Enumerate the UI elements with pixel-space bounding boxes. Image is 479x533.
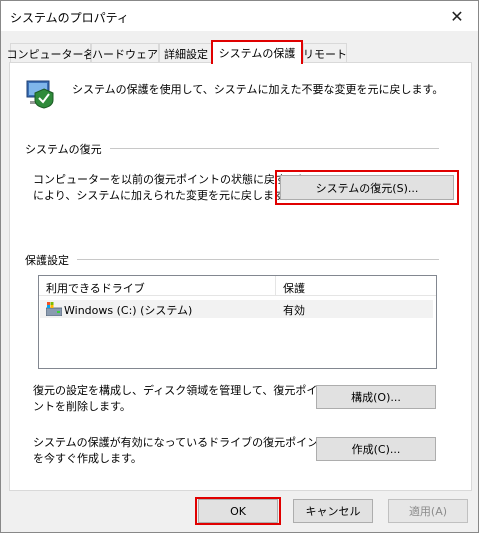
drive-list[interactable]: 利用できるドライブ 保護 Windows (C:) (システム) 有効 bbox=[38, 275, 437, 369]
drive-protection-status: 有効 bbox=[283, 304, 305, 317]
column-separator[interactable] bbox=[275, 276, 276, 296]
tab-panel: システムの保護を使用して、システムに加えた不要な変更を元に戻します。 システムの… bbox=[9, 62, 472, 491]
drive-icon bbox=[46, 302, 62, 316]
restore-group-title: システムの復元 bbox=[25, 141, 110, 157]
configure-description: 復元の設定を構成し、ディスク領域を管理して、復元ポイ ントを削除します。 bbox=[33, 384, 318, 413]
intro-text: システムの保護を使用して、システムに加えた不要な変更を元に戻します。 bbox=[72, 83, 444, 96]
protection-group-title: 保護設定 bbox=[25, 252, 77, 268]
protection-group-divider bbox=[25, 259, 439, 260]
tab-system-protection[interactable]: システムの保護 bbox=[211, 40, 303, 64]
column-header-drive[interactable]: 利用できるドライブ bbox=[46, 280, 145, 296]
configure-button[interactable]: 構成(O)... bbox=[316, 385, 436, 409]
drive-list-header: 利用できるドライブ 保護 bbox=[39, 276, 436, 296]
system-restore-button[interactable]: システムの復元(S)... bbox=[280, 175, 454, 200]
table-row[interactable]: Windows (C:) (システム) 有効 bbox=[40, 300, 433, 318]
tab-remote[interactable]: リモート bbox=[303, 43, 347, 63]
cancel-button[interactable]: キャンセル bbox=[293, 499, 373, 523]
close-icon[interactable]: ✕ bbox=[436, 1, 478, 31]
system-protection-icon bbox=[26, 80, 54, 109]
apply-button[interactable]: 適用(A) bbox=[388, 499, 468, 523]
tab-hardware[interactable]: ハードウェア bbox=[91, 43, 159, 63]
system-properties-window: システムのプロパティ ✕ コンピューター名 ハードウェア 詳細設定 システムの保… bbox=[0, 0, 479, 533]
create-button[interactable]: 作成(C)... bbox=[316, 437, 436, 461]
create-description: システムの保護が有効になっているドライブの復元ポイント を今すぐ作成します。 bbox=[33, 436, 330, 465]
window-title: システムのプロパティ bbox=[10, 11, 129, 25]
restore-description: コンピューターを以前の復元ポイントの状態に戻すこと により、システムに加えられた… bbox=[33, 173, 308, 202]
ok-button[interactable]: OK bbox=[198, 499, 278, 523]
column-header-protection[interactable]: 保護 bbox=[283, 280, 305, 296]
title-bar: システムのプロパティ ✕ bbox=[1, 1, 478, 31]
tab-computer-name[interactable]: コンピューター名 bbox=[7, 43, 95, 63]
tab-advanced[interactable]: 詳細設定 bbox=[159, 43, 213, 63]
drive-name: Windows (C:) (システム) bbox=[64, 304, 193, 317]
